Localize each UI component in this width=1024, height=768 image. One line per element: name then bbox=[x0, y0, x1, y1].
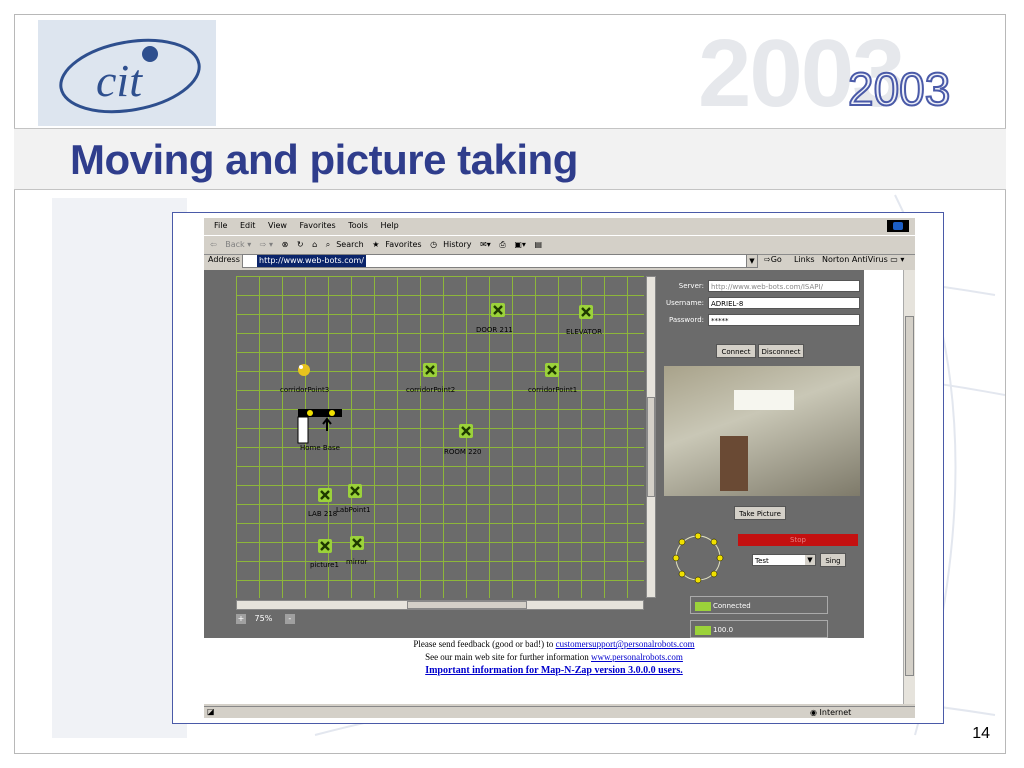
sing-button[interactable]: Sing bbox=[820, 553, 846, 567]
marker-labpoint1 bbox=[346, 482, 364, 500]
slide-title: Moving and picture taking bbox=[70, 136, 578, 183]
signal-icon bbox=[695, 625, 711, 635]
year-label: 2003 bbox=[847, 63, 951, 115]
camera-door bbox=[720, 436, 748, 491]
page-number: 14 bbox=[972, 725, 990, 742]
take-picture-button[interactable]: Take Picture bbox=[734, 506, 786, 520]
menu-help[interactable]: Help bbox=[380, 218, 398, 234]
edit-icon[interactable]: ▣▾ bbox=[514, 236, 526, 254]
zoom-in-button[interactable]: + bbox=[236, 614, 246, 624]
zoom-controls: + 75% - bbox=[236, 614, 301, 624]
menu-favorites[interactable]: Favorites bbox=[300, 218, 336, 234]
menu-file[interactable]: File bbox=[214, 218, 227, 234]
go-button[interactable]: ⇨Go bbox=[764, 255, 782, 264]
support-email-link[interactable]: customersupport@personalrobots.com bbox=[556, 639, 695, 649]
marker-room220 bbox=[457, 422, 475, 440]
logo-text: cit bbox=[96, 55, 143, 106]
marker-corridor2 bbox=[421, 361, 439, 379]
password-field[interactable]: ***** bbox=[708, 314, 860, 326]
norton-button[interactable]: Norton AntiVirus ▭ ▾ bbox=[822, 255, 904, 264]
chevron-down-icon[interactable]: ▼ bbox=[805, 555, 815, 565]
password-label: Password: bbox=[668, 316, 704, 324]
history-button[interactable]: ◷ History bbox=[430, 236, 471, 254]
map-n-zap-applet: DOOR 211 ELEVATOR corridorPoint3 corrido… bbox=[204, 270, 864, 638]
internet-zone: ◉ Internet bbox=[810, 708, 852, 717]
camera-view bbox=[664, 366, 860, 496]
address-input[interactable]: http://www.web-bots.com/ bbox=[242, 254, 750, 268]
stop-button[interactable]: Stop bbox=[738, 534, 858, 546]
server-label: Server: bbox=[678, 282, 704, 290]
mail-icon[interactable]: ✉▾ bbox=[480, 236, 491, 254]
cit-logo: cit bbox=[38, 20, 216, 126]
address-label: Address bbox=[208, 255, 240, 264]
important-info-link[interactable]: Important information for Map-N-Zap vers… bbox=[425, 665, 683, 676]
ceiling-light bbox=[734, 390, 794, 410]
print-icon[interactable]: ⎙ bbox=[499, 236, 505, 254]
browser-window: File Edit View Favorites Tools Help ⇦ Ba… bbox=[204, 218, 915, 718]
address-dropdown[interactable]: ▼ bbox=[746, 254, 758, 268]
menu-view[interactable]: View bbox=[268, 218, 287, 234]
label-room220: ROOM 220 bbox=[444, 448, 482, 456]
marker-corridor1 bbox=[543, 361, 561, 379]
label-picture1: picture1 bbox=[310, 561, 339, 569]
signal-status: 100.0 bbox=[690, 620, 828, 638]
battery-icon bbox=[695, 601, 711, 611]
control-panel: Server: http://www.web-bots.com/ISAPI/ U… bbox=[660, 270, 864, 638]
left-decoration bbox=[52, 198, 187, 738]
page-content: DOOR 211 ELEVATOR corridorPoint3 corrido… bbox=[204, 270, 904, 704]
label-corridor3: corridorPoint3 bbox=[280, 386, 330, 394]
discuss-icon[interactable]: ▤ bbox=[534, 236, 542, 254]
label-lab218: LAB 218 bbox=[308, 510, 338, 518]
feedback-text: Please send feedback (good or bad!) to c… bbox=[413, 639, 695, 676]
marker-lab218 bbox=[316, 486, 334, 504]
zoom-level: 75% bbox=[254, 614, 273, 623]
map-vertical-scrollbar[interactable] bbox=[646, 276, 656, 598]
robot-icon bbox=[298, 364, 310, 376]
favorites-button[interactable]: ★ Favorites bbox=[372, 236, 421, 254]
label-corridor1: corridorPoint1 bbox=[528, 386, 578, 394]
page-vertical-scrollbar[interactable] bbox=[903, 270, 915, 704]
links-button[interactable]: Links bbox=[794, 255, 815, 264]
test-select[interactable]: Test ▼ bbox=[752, 554, 816, 566]
connection-status: Connected bbox=[690, 596, 828, 614]
ie-logo-icon bbox=[887, 220, 909, 232]
back-button[interactable]: ⇦ Back ▾ bbox=[210, 236, 251, 254]
toolbar: ⇦ Back ▾ ⇨ ▾ ⊗ ↻ ⌂ ⌕ Search ★ Favorites ◷ H… bbox=[204, 235, 915, 255]
map-horizontal-scrollbar[interactable] bbox=[236, 600, 644, 610]
server-field[interactable]: http://www.web-bots.com/ISAPI/ bbox=[708, 280, 860, 292]
label-elevator: ELEVATOR bbox=[566, 328, 602, 336]
status-bar: ◪ ◉ Internet bbox=[204, 706, 915, 718]
disconnect-button[interactable]: Disconnect bbox=[758, 344, 804, 358]
page-icon: ◪ bbox=[207, 707, 215, 716]
menu-edit[interactable]: Edit bbox=[240, 218, 256, 234]
home-base-icon bbox=[297, 409, 342, 444]
stop-icon[interactable]: ⊗ bbox=[282, 236, 289, 254]
marker-door211 bbox=[489, 301, 507, 319]
map-markers bbox=[297, 301, 595, 555]
menu-bar: File Edit View Favorites Tools Help bbox=[204, 218, 915, 234]
forward-button[interactable]: ⇨ ▾ bbox=[260, 236, 273, 254]
website-link[interactable]: www.personalrobots.com bbox=[591, 652, 683, 662]
direction-ring[interactable] bbox=[670, 530, 730, 586]
address-bar: Address http://www.web-bots.com/ ▼ ⇨Go L… bbox=[204, 254, 915, 268]
label-door211: DOOR 211 bbox=[476, 326, 513, 334]
refresh-icon[interactable]: ↻ bbox=[297, 236, 304, 254]
label-labpoint1: LabPoint1 bbox=[336, 506, 371, 514]
marker-elevator bbox=[577, 303, 595, 321]
connect-button[interactable]: Connect bbox=[716, 344, 756, 358]
marker-mirror bbox=[348, 534, 366, 552]
username-field[interactable]: ADRIEL-8 bbox=[708, 297, 860, 309]
label-homebase: Home Base bbox=[300, 444, 340, 452]
username-label: Username: bbox=[665, 299, 704, 307]
marker-picture1 bbox=[316, 537, 334, 555]
search-button[interactable]: ⌕ Search bbox=[326, 236, 364, 254]
label-corridor2: corridorPoint2 bbox=[406, 386, 456, 394]
map-grid[interactable]: DOOR 211 ELEVATOR corridorPoint3 corrido… bbox=[236, 276, 644, 598]
menu-tools[interactable]: Tools bbox=[348, 218, 368, 234]
zoom-out-button[interactable]: - bbox=[284, 614, 295, 624]
label-mirror: mirror bbox=[346, 558, 368, 566]
home-icon[interactable]: ⌂ bbox=[312, 236, 317, 254]
